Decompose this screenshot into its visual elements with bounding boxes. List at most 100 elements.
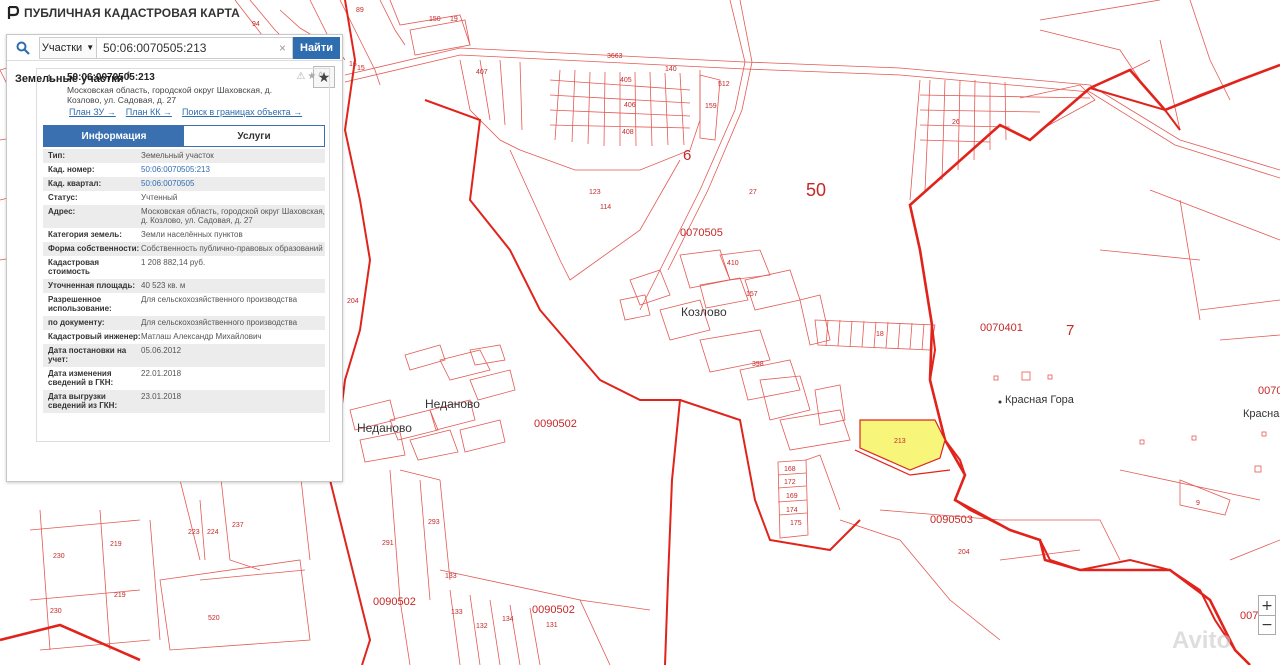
property-row: Форма собственности: Собственность публич…	[43, 242, 325, 256]
zoom-out-button[interactable]: −	[1259, 615, 1275, 634]
property-value: Собственность публично-правовых образова…	[141, 244, 323, 253]
svg-text:224: 224	[207, 529, 219, 536]
property-row: Уточненная площадь: 40 523 кв. м	[43, 279, 325, 293]
tab-services[interactable]: Услуги	[184, 126, 324, 146]
place-nedanovo-2: Неданово	[357, 421, 412, 435]
app-logo-icon	[7, 6, 20, 19]
svg-text:410: 410	[727, 260, 739, 267]
svg-text:405: 405	[620, 77, 632, 84]
property-value[interactable]: 50:06:0070505	[141, 179, 325, 188]
quarter-0090502-c: 0090502	[532, 604, 575, 616]
property-value: Московская область, городской округ Шахо…	[141, 207, 325, 225]
property-key: Форма собственности:	[48, 244, 140, 253]
svg-text:157: 157	[746, 291, 758, 298]
label-6: 6	[683, 147, 691, 164]
link-plan-kk[interactable]: План КК →	[126, 107, 172, 117]
label-7: 7	[1066, 322, 1074, 339]
svg-text:26: 26	[952, 119, 960, 126]
app-header: ПУБЛИЧНАЯ КАДАСТРОВАЯ КАРТА	[6, 6, 240, 20]
property-key: Дата постановки на учет:	[48, 346, 127, 364]
svg-text:223: 223	[188, 529, 200, 536]
search-input[interactable]: 50:06:0070505:213 ×	[97, 36, 293, 59]
svg-text:94: 94	[252, 21, 260, 28]
watermark: Avito	[1172, 627, 1232, 654]
search-type-dropdown[interactable]: Участки ▼	[39, 36, 97, 59]
result-address: Московская область, городской округ Шахо…	[67, 85, 273, 105]
search-icon[interactable]	[7, 35, 39, 61]
search-button[interactable]: Найти	[293, 36, 340, 59]
district-label-50: 50	[806, 180, 826, 200]
quarter-0090502-b: 0090502	[373, 596, 416, 608]
svg-text:520: 520	[208, 615, 220, 622]
property-value: Земельный участок	[141, 151, 214, 160]
svg-text:204: 204	[958, 549, 970, 556]
svg-text:123: 123	[589, 189, 601, 196]
quarter-007-bottom: 007	[1240, 610, 1258, 622]
property-value: Учтенный	[141, 193, 178, 202]
property-value: Матлаш Александр Михайлович	[141, 332, 262, 341]
svg-text:204: 204	[347, 298, 359, 305]
property-row: Дата выгрузки сведений из ГКН: 23.01.2018	[43, 390, 325, 413]
search-query: 50:06:0070505:213	[103, 40, 207, 55]
property-key: Кадастровый инженер:	[48, 332, 141, 341]
svg-text:131: 131	[546, 622, 558, 629]
property-row: Категория земель: Земли населённых пункто…	[43, 228, 325, 242]
result-cad-number[interactable]: 50:06:0070505:213	[67, 72, 155, 83]
quarter-0070-right: 0070	[1258, 385, 1280, 397]
quarter-0070505: 0070505	[680, 227, 723, 239]
svg-text:237: 237	[232, 522, 244, 529]
svg-text:408: 408	[622, 129, 634, 136]
property-row: Дата постановки на учет: 05.06.2012	[43, 344, 325, 367]
place-nedanovo-1: Неданово	[425, 397, 480, 411]
svg-text:159: 159	[705, 103, 717, 110]
property-key: Дата изменения сведений в ГКН:	[48, 369, 114, 387]
property-key: Разрешенное использование:	[48, 295, 112, 313]
svg-text:133: 133	[445, 573, 457, 580]
tab-info[interactable]: Информация	[44, 126, 184, 146]
property-row: Кад. квартал: 50:06:0070505	[43, 177, 325, 191]
property-key: Категория земель:	[48, 230, 122, 239]
property-value: Земли населённых пунктов	[141, 230, 243, 239]
svg-text:132: 132	[476, 623, 488, 630]
svg-text:169: 169	[786, 493, 798, 500]
property-row: Тип: Земельный участок	[43, 149, 325, 163]
svg-text:230: 230	[53, 553, 65, 560]
property-key: Уточненная площадь:	[48, 281, 136, 290]
svg-text:168: 168	[784, 466, 796, 473]
quarter-0090503: 0090503	[930, 514, 973, 526]
result-tabs: Информация Услуги	[43, 125, 325, 147]
property-key: по документу:	[48, 318, 105, 327]
link-search-bounds[interactable]: Поиск в границах объекта →	[182, 107, 302, 117]
svg-text:291: 291	[382, 540, 394, 547]
svg-text:512: 512	[718, 81, 730, 88]
property-row: Кадастровая стоимость 1 208 882,14 руб.	[43, 256, 325, 279]
svg-text:172: 172	[784, 479, 796, 486]
quarter-0070401: 0070401	[980, 322, 1023, 334]
svg-text:89: 89	[356, 7, 364, 14]
link-plan-zu[interactable]: План ЗУ →	[69, 107, 116, 117]
property-value[interactable]: 50:06:0070505:213	[141, 165, 325, 174]
result-action-icons[interactable]: ⚠★^	[296, 71, 325, 82]
svg-text:174: 174	[786, 507, 798, 514]
zoom-control: + −	[1258, 595, 1276, 635]
svg-text:9: 9	[1196, 500, 1200, 507]
svg-text:407: 407	[476, 69, 488, 76]
search-type-label: Участки	[41, 41, 83, 54]
property-key: Адрес:	[48, 207, 76, 216]
svg-text:19: 19	[450, 16, 458, 23]
svg-text:150: 150	[429, 16, 441, 23]
clear-icon[interactable]: ×	[279, 41, 286, 55]
property-row: по документу: Для сельскохозяйственного п…	[43, 316, 325, 330]
zoom-in-button[interactable]: +	[1259, 596, 1275, 615]
property-row: Дата изменения сведений в ГКН: 22.01.2018	[43, 367, 325, 390]
property-key: Кад. квартал:	[48, 179, 102, 188]
svg-text:27: 27	[749, 189, 757, 196]
property-value: Для сельскохозяйственного производства	[141, 295, 298, 304]
place-krasnaya-gora: Красная Гора	[1005, 394, 1075, 406]
svg-text:230: 230	[50, 608, 62, 615]
property-value: 05.06.2012	[141, 346, 182, 355]
svg-text:3663: 3663	[607, 53, 623, 60]
svg-text:133: 133	[451, 609, 463, 616]
place-kozlovo: Козлово	[681, 305, 727, 319]
chevron-down-icon: ▼	[86, 43, 95, 52]
